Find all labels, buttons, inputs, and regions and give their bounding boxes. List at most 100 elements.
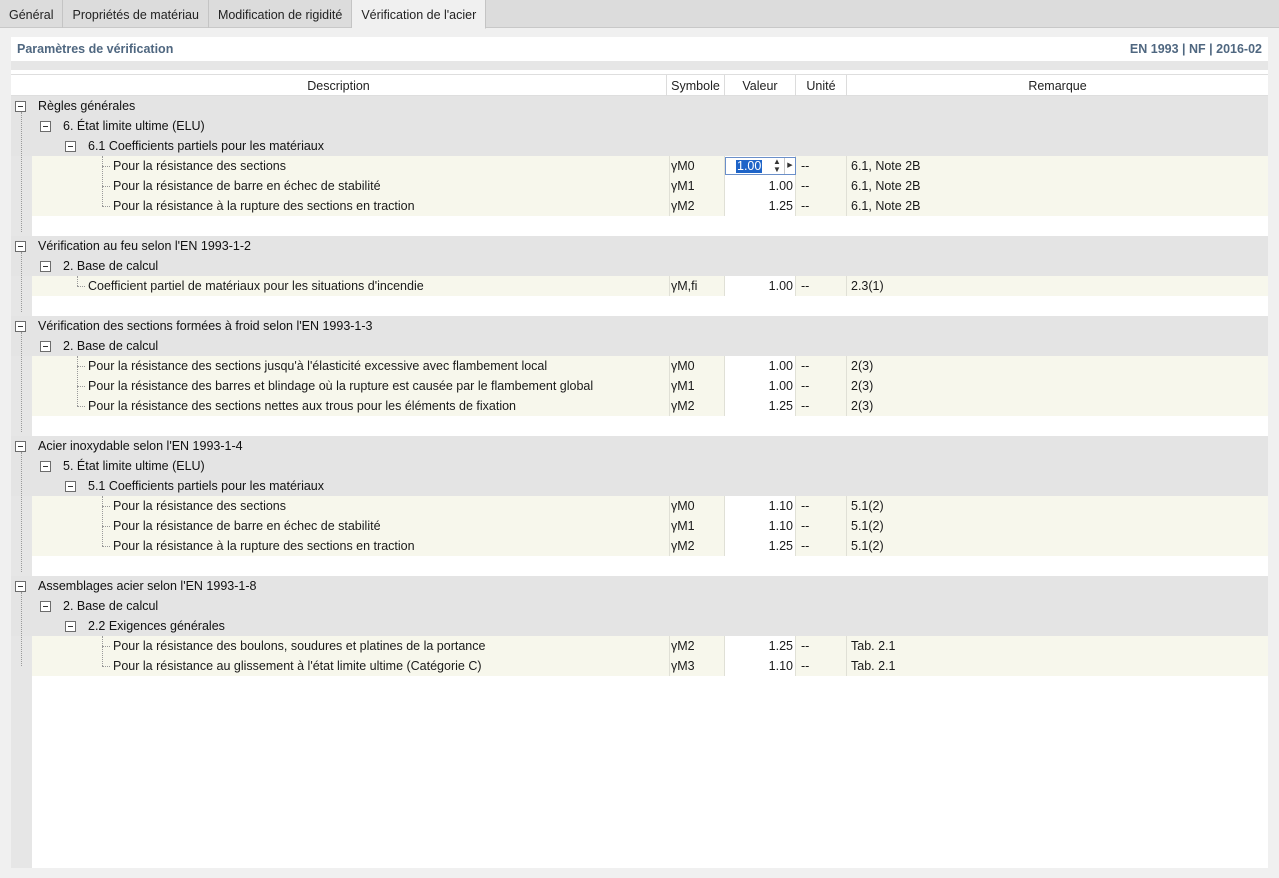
parameter-row[interactable]: Pour la résistance des sections jusqu'à … <box>11 356 1268 376</box>
parameter-remark: 2(3) <box>851 359 874 373</box>
column-divider <box>669 276 670 296</box>
parameter-row[interactable]: Pour la résistance à la rupture des sect… <box>11 536 1268 556</box>
parameter-remark: 5.1(2) <box>851 499 884 513</box>
parameter-value-field[interactable]: 1.00 <box>725 176 795 196</box>
tree-connector <box>102 546 110 547</box>
collapse-toggle-icon[interactable] <box>40 261 51 272</box>
parameter-remark: Tab. 2.1 <box>851 639 896 653</box>
parameter-row[interactable]: Pour la résistance des sections γM0 -- 6.1,… <box>11 156 1268 176</box>
tree-connector <box>21 252 22 312</box>
tree-group[interactable]: Règles générales <box>11 96 1268 116</box>
column-divider <box>724 356 725 376</box>
tree-group[interactable]: Vérification des sections formées à froi… <box>11 316 1268 336</box>
parameter-row[interactable]: Pour la résistance des sections nettes a… <box>11 396 1268 416</box>
tree-subsubgroup[interactable]: 6.1 Coefficients partiels pour les matér… <box>11 136 1268 156</box>
column-divider <box>669 516 670 536</box>
collapse-toggle-icon[interactable] <box>15 581 26 592</box>
parameter-row[interactable]: Pour la résistance au glissement à l'éta… <box>11 656 1268 676</box>
column-remark[interactable]: Remarque <box>847 75 1268 97</box>
parameter-description: Pour la résistance à la rupture des sect… <box>113 199 415 213</box>
column-divider <box>724 516 725 536</box>
column-divider <box>795 176 796 196</box>
tree-connector <box>102 636 103 666</box>
column-divider <box>846 496 847 516</box>
tree-subgroup[interactable]: 6. État limite ultime (ELU) <box>11 116 1268 136</box>
tree-subsubgroup[interactable]: 5.1 Coefficients partiels pour les matér… <box>11 476 1268 496</box>
collapse-toggle-icon[interactable] <box>15 241 26 252</box>
selected-value-text[interactable]: 1.00 <box>736 160 763 173</box>
parameter-row[interactable]: Pour la résistance des sections γM0 1.10 --… <box>11 496 1268 516</box>
parameter-value-field[interactable]: 1.10 <box>725 496 795 516</box>
parameter-description: Pour la résistance de barre en échec de … <box>113 179 381 193</box>
column-divider <box>669 156 670 176</box>
parameter-value-field[interactable]: 1.00 <box>725 356 795 376</box>
parameter-row[interactable]: Pour la résistance des barres et blindag… <box>11 376 1268 396</box>
tab-stiffness-modification[interactable]: Modification de rigidité <box>209 0 353 28</box>
tree-subgroup[interactable]: 2. Base de calcul <box>11 596 1268 616</box>
parameter-value-field[interactable]: 1.10 <box>725 656 795 676</box>
parameter-row[interactable]: Pour la résistance de barre en échec de … <box>11 516 1268 536</box>
parameter-unit: -- <box>801 499 810 513</box>
tree-subgroup[interactable]: 2. Base de calcul <box>11 256 1268 276</box>
parameter-value-field[interactable]: 1.00 <box>725 276 795 296</box>
parameter-description: Pour la résistance des boulons, soudures… <box>113 639 486 653</box>
tree-connector <box>102 506 110 507</box>
column-divider <box>724 536 725 556</box>
parameter-unit: -- <box>801 279 810 293</box>
parameter-value-field[interactable]: 1.00 <box>725 376 795 396</box>
parameter-row[interactable]: Pour la résistance des boulons, soudures… <box>11 636 1268 656</box>
column-divider <box>795 396 796 416</box>
parameter-row[interactable]: Pour la résistance à la rupture des sect… <box>11 196 1268 216</box>
column-divider <box>669 376 670 396</box>
tab-steel-design[interactable]: Vérification de l'acier <box>352 0 487 29</box>
parameter-value-field[interactable]: 1.10 <box>725 516 795 536</box>
value-spin-editor[interactable]: 1.00 ▲ ▼ ▶ <box>725 157 796 175</box>
collapse-toggle-icon[interactable] <box>65 141 76 152</box>
tab-material-properties[interactable]: Propriétés de matériau <box>63 0 209 28</box>
collapse-toggle-icon[interactable] <box>15 441 26 452</box>
collapse-toggle-icon[interactable] <box>40 121 51 132</box>
collapse-toggle-icon[interactable] <box>40 601 51 612</box>
parameter-value-field[interactable]: 1.25 <box>725 636 795 656</box>
tree-subsubgroup[interactable]: 2.2 Exigences générales <box>11 616 1268 636</box>
tree-connector <box>77 366 85 367</box>
tree-group[interactable]: Assemblages acier selon l'EN 1993-1-8 <box>11 576 1268 596</box>
collapse-toggle-icon[interactable] <box>40 341 51 352</box>
header-band <box>11 61 1268 70</box>
play-arrow-icon[interactable]: ▶ <box>784 158 795 174</box>
column-divider <box>669 356 670 376</box>
collapse-toggle-icon[interactable] <box>65 621 76 632</box>
column-symbol[interactable]: Symbole <box>667 75 725 97</box>
parameter-remark: 2(3) <box>851 379 874 393</box>
column-value[interactable]: Valeur <box>725 75 796 97</box>
tab-general[interactable]: Général <box>0 0 64 28</box>
parameter-remark: 5.1(2) <box>851 539 884 553</box>
column-divider <box>724 656 725 676</box>
collapse-toggle-icon[interactable] <box>15 101 26 112</box>
parameter-remark: 6.1, Note 2B <box>851 179 921 193</box>
parameter-symbol: γM2 <box>671 539 695 553</box>
parameter-row[interactable]: Coefficient partiel de matériaux pour le… <box>11 276 1268 296</box>
spin-updown-icon[interactable]: ▲ ▼ <box>771 158 783 174</box>
parameter-value-field[interactable]: 1.25 <box>725 536 795 556</box>
parameter-value-field[interactable]: 1.25 <box>725 396 795 416</box>
collapse-toggle-icon[interactable] <box>15 321 26 332</box>
column-divider <box>846 156 847 176</box>
tree-group[interactable]: Vérification au feu selon l'EN 1993-1-2 <box>11 236 1268 256</box>
group-spacer <box>32 556 1268 576</box>
tree-group[interactable]: Acier inoxydable selon l'EN 1993-1-4 <box>11 436 1268 456</box>
column-unit[interactable]: Unité <box>796 75 847 97</box>
parameter-row[interactable]: Pour la résistance de barre en échec de … <box>11 176 1268 196</box>
tree-subgroup[interactable]: 5. État limite ultime (ELU) <box>11 456 1268 476</box>
parameter-remark: Tab. 2.1 <box>851 659 896 673</box>
tree-subgroup[interactable]: 2. Base de calcul <box>11 336 1268 356</box>
parameter-value-field[interactable]: 1.25 <box>725 196 795 216</box>
tab-bar: Général Propriétés de matériau Modificat… <box>0 0 1279 29</box>
column-description[interactable]: Description <box>11 75 667 97</box>
parameter-description: Pour la résistance à la rupture des sect… <box>113 539 415 553</box>
parameter-description: Coefficient partiel de matériaux pour le… <box>88 279 424 293</box>
collapse-toggle-icon[interactable] <box>40 461 51 472</box>
parameter-unit: -- <box>801 199 810 213</box>
column-divider <box>846 536 847 556</box>
collapse-toggle-icon[interactable] <box>65 481 76 492</box>
